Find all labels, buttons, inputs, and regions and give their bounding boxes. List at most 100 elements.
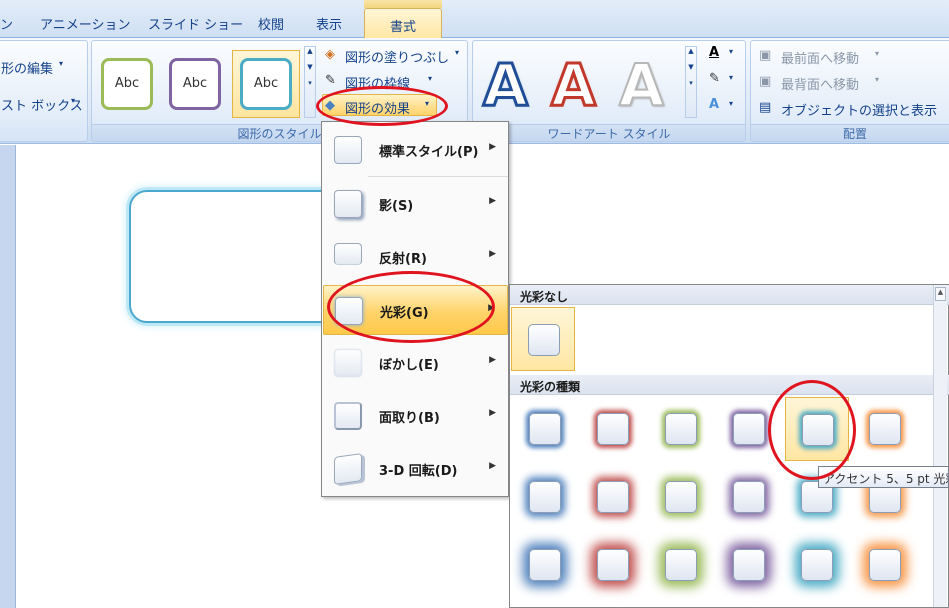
glow-option[interactable] <box>581 397 645 461</box>
chevron-right-icon: ▶ <box>489 408 496 418</box>
glow-option[interactable] <box>649 465 713 529</box>
menu-item-bevel[interactable]: 面取り(B) ▶ <box>323 391 508 441</box>
glow-swatch <box>597 481 629 513</box>
menu-item-label: 3-D 回転(D) <box>379 464 458 479</box>
glow-swatch <box>597 413 629 445</box>
shape-style-purple[interactable]: Abc <box>169 58 221 110</box>
glow-option[interactable] <box>853 533 917 597</box>
tab-animation[interactable]: アニメーション <box>40 14 130 33</box>
glow-option[interactable] <box>581 533 645 597</box>
paint-bucket-icon: ◈ <box>325 47 335 62</box>
chevron-down-icon: ▾ <box>71 96 76 105</box>
slide-pane-edge <box>0 145 15 608</box>
shadow-icon <box>334 190 362 218</box>
wordart-style-red[interactable]: A <box>550 54 598 117</box>
glow-option[interactable] <box>581 465 645 529</box>
gallery-scrollbar[interactable]: ▲ <box>933 285 947 607</box>
shape-fill-button[interactable]: 図形の塗りつぶし <box>345 47 449 66</box>
glow-option[interactable] <box>717 465 781 529</box>
wordart-style-blue[interactable]: A <box>482 54 530 117</box>
glow-swatch <box>801 549 833 581</box>
chevron-right-icon: ▶ <box>489 461 496 471</box>
glow-option[interactable] <box>717 533 781 597</box>
annotation-circle-accent5 <box>768 380 856 480</box>
bevel-icon <box>334 402 362 430</box>
tab-format[interactable]: 書式 <box>364 8 442 39</box>
chevron-right-icon: ▶ <box>489 249 496 259</box>
glow-swatch <box>529 549 561 581</box>
arrange-group: ▣ 最前面へ移動 ▾ ▣ 最背面へ移動 ▾ ▤ オブジェクトの選択と表示 配置 <box>750 40 949 142</box>
chevron-down-icon: ▾ <box>729 47 734 56</box>
chevron-down-icon: ▾ <box>455 48 460 57</box>
text-effects-icon[interactable]: A <box>709 97 719 112</box>
edit-shape-button[interactable]: 形の編集 <box>1 58 53 77</box>
style-gallery-scroller[interactable]: ▲ ▼ ▾ <box>304 46 316 118</box>
chevron-down-icon: ▾ <box>729 99 734 108</box>
menu-separator <box>368 176 508 177</box>
text-outline-icon[interactable]: ✎ <box>709 71 720 86</box>
glow-variations-header: 光彩の種類 <box>510 375 949 395</box>
send-back-button[interactable]: 最背面へ移動 <box>781 74 859 93</box>
chevron-down-icon: ▾ <box>875 75 880 84</box>
scroll-up-button[interactable]: ▲ <box>935 287 946 301</box>
shape-style-cyan[interactable]: Abc <box>240 58 292 110</box>
menu-item-soft-edges[interactable]: ぼかし(E) ▶ <box>323 338 508 388</box>
glow-none-swatch <box>528 324 560 356</box>
glow-option[interactable] <box>513 465 577 529</box>
glow-gallery: 光彩なし 光彩の種類 ▲ <box>509 284 949 608</box>
selection-pane-icon: ▤ <box>759 100 772 115</box>
send-back-icon: ▣ <box>759 74 772 89</box>
glow-option[interactable] <box>649 397 713 461</box>
menu-item-preset[interactable]: 標準スタイル(P) ▶ <box>323 125 508 175</box>
glow-swatch <box>529 481 561 513</box>
glow-swatch <box>869 549 901 581</box>
glow-swatch <box>597 549 629 581</box>
menu-item-label: ぼかし(E) <box>379 358 439 373</box>
menu-item-label: 反射(R) <box>379 252 427 267</box>
chevron-down-icon: ▾ <box>875 49 880 58</box>
glow-option[interactable] <box>785 533 849 597</box>
pen-outline-icon: ✎ <box>325 73 336 88</box>
glow-swatch <box>733 481 765 513</box>
tab-review[interactable]: 校閲 <box>258 14 284 33</box>
contextual-tab-header <box>364 0 442 8</box>
chevron-right-icon: ▶ <box>489 142 496 152</box>
wordart-style-white[interactable]: A <box>618 54 665 116</box>
wordart-styles-group: A A A ▲ ▼ ▾ A ✎ A ▾ ▾ ▾ ワードアート スタイル <box>472 40 746 142</box>
glow-swatch <box>665 481 697 513</box>
rotation-3d-icon <box>334 453 362 485</box>
chevron-right-icon: ▶ <box>489 196 496 206</box>
chevron-down-icon: ▾ <box>59 59 64 68</box>
tab-design[interactable]: ン <box>0 14 13 33</box>
shape-style-green[interactable]: Abc <box>101 58 153 110</box>
glow-option-none[interactable] <box>511 307 575 371</box>
glow-swatch <box>665 413 697 445</box>
annotation-circle-effects <box>316 86 448 126</box>
chevron-down-icon: ▾ <box>428 74 433 83</box>
tab-slideshow[interactable]: スライド ショー <box>148 14 243 33</box>
glow-option[interactable] <box>853 397 917 461</box>
arrange-label: 配置 <box>751 124 949 141</box>
ribbon-tab-bar: ン アニメーション スライド ショー 校閲 表示 <box>0 0 949 38</box>
tab-view[interactable]: 表示 <box>316 14 342 33</box>
glow-option[interactable] <box>513 397 577 461</box>
menu-item-3d-rotation[interactable]: 3-D 回転(D) ▶ <box>323 444 508 494</box>
glow-swatch <box>665 549 697 581</box>
menu-item-label: 影(S) <box>379 199 414 214</box>
preset-icon <box>334 136 362 164</box>
glow-swatch <box>733 413 765 445</box>
text-fill-icon[interactable]: A <box>709 45 719 60</box>
bring-front-button[interactable]: 最前面へ移動 <box>781 48 859 67</box>
annotation-circle-glow <box>327 271 495 343</box>
selection-pane-button[interactable]: オブジェクトの選択と表示 <box>781 100 937 119</box>
glow-swatch <box>869 413 901 445</box>
wordart-gallery-scroller[interactable]: ▲ ▼ ▾ <box>685 46 697 118</box>
reflection-icon <box>334 243 362 265</box>
menu-item-label: 標準スタイル(P) <box>379 145 479 160</box>
wordart-styles-label: ワードアート スタイル <box>473 124 745 141</box>
glow-swatch <box>529 413 561 445</box>
glow-option[interactable] <box>513 533 577 597</box>
glow-option[interactable] <box>649 533 713 597</box>
insert-shapes-group: 形の編集 ▾ スト ボックス ▾ <box>0 40 88 142</box>
menu-item-shadow[interactable]: 影(S) ▶ <box>323 179 508 229</box>
